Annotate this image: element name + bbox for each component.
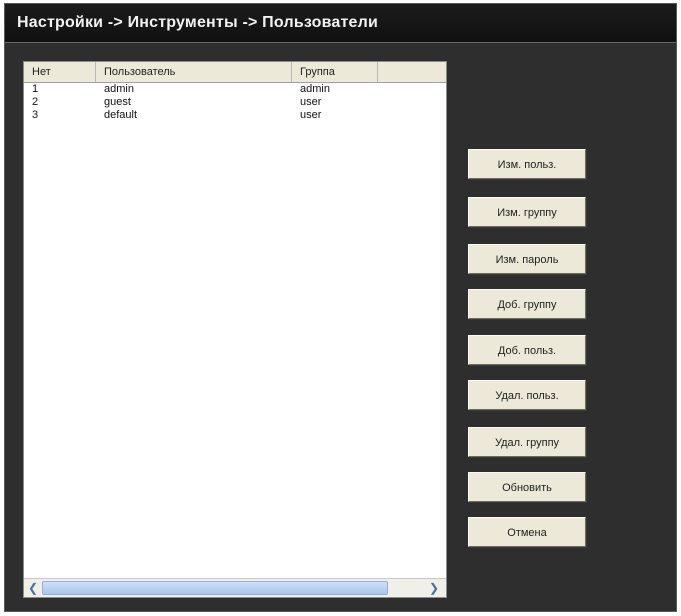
cancel-button[interactable]: Отмена: [468, 517, 586, 547]
edit-user-button[interactable]: Изм. польз.: [468, 149, 586, 179]
row-user: admin: [104, 83, 134, 95]
edit-group-button[interactable]: Изм. группу: [468, 197, 586, 227]
row-group: admin: [300, 83, 330, 95]
column-header-number[interactable]: Нет: [24, 62, 96, 82]
add-group-button[interactable]: Доб. группу: [468, 289, 586, 319]
list-row[interactable]: 3 default user: [24, 109, 446, 122]
chevron-left-icon[interactable]: ❮: [25, 579, 41, 597]
row-group: user: [300, 109, 322, 121]
row-group: user: [300, 96, 322, 108]
list-row[interactable]: 1 admin admin: [24, 83, 446, 96]
chevron-right-icon[interactable]: ❯: [426, 579, 442, 597]
refresh-button[interactable]: Обновить: [468, 472, 586, 502]
row-user: default: [104, 109, 138, 121]
column-header-group[interactable]: Группа: [292, 62, 378, 82]
horizontal-scrollbar[interactable]: ❮ ❯: [24, 578, 446, 597]
delete-user-button[interactable]: Удал. польз.: [468, 380, 586, 410]
list-row[interactable]: 2 guest user: [24, 96, 446, 109]
users-settings-window: Настройки -> Инструменты -> Пользователи…: [4, 3, 677, 612]
row-number: 3: [32, 109, 39, 121]
delete-group-button[interactable]: Удал. группу: [468, 427, 586, 457]
list-header: Нет Пользователь Группа: [24, 62, 446, 83]
title-bar: Настройки -> Инструменты -> Пользователи: [5, 4, 676, 43]
row-number: 2: [32, 96, 39, 108]
edit-password-button[interactable]: Изм. пароль: [468, 244, 586, 274]
add-user-button[interactable]: Доб. польз.: [468, 335, 586, 365]
page-title: Настройки -> Инструменты -> Пользователи: [17, 14, 379, 31]
scrollbar-thumb[interactable]: [42, 581, 388, 595]
row-number: 1: [32, 83, 39, 95]
users-list[interactable]: Нет Пользователь Группа 1 admin admin 2 …: [23, 61, 447, 598]
list-body: 1 admin admin 2 guest user 3 default use…: [24, 83, 446, 122]
column-header-user[interactable]: Пользователь: [96, 62, 292, 82]
row-user: guest: [104, 96, 131, 108]
